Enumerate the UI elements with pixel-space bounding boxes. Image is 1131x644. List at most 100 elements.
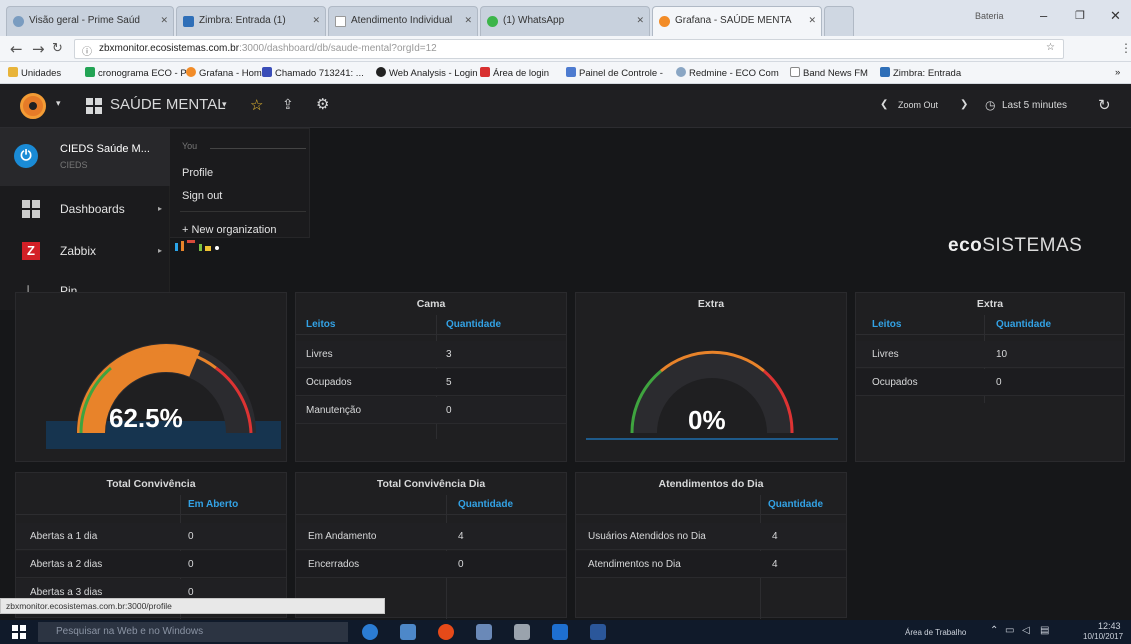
panel-title: Atendimentos do Dia (658, 478, 764, 490)
column-header[interactable]: Leitos (872, 319, 901, 330)
back-button[interactable]: ← (10, 40, 23, 58)
forward-button[interactable]: → (32, 40, 45, 58)
bookmark-unidades[interactable]: Unidades (8, 67, 61, 79)
bookmark-chamado[interactable]: Chamado 713241: ... (262, 67, 364, 79)
chevron-down-icon[interactable]: ▾ (56, 98, 61, 109)
ecosistemas-logo: ecoSISTEMAS (948, 235, 1083, 256)
reload-button[interactable]: ↻ (52, 41, 63, 56)
table-header: Quantidade (576, 495, 846, 515)
panel-extra-gauge: Extra 0% (575, 292, 847, 462)
close-window-button[interactable]: ✕ (1110, 8, 1121, 24)
desktop-toolbar-label[interactable]: Área de Trabalho (905, 628, 966, 637)
volume-icon[interactable]: ◁ (1022, 625, 1030, 636)
bookmark-area-login[interactable]: Área de login (480, 67, 549, 79)
edge-icon[interactable] (362, 624, 378, 640)
column-header[interactable]: Quantidade (458, 499, 513, 510)
close-icon[interactable]: ✕ (636, 15, 644, 26)
dashboards-icon (22, 200, 40, 218)
column-header[interactable]: Em Aberto (188, 499, 238, 510)
remote-desktop-icon[interactable] (552, 624, 568, 640)
clock-date[interactable]: 10/10/2017 (1083, 632, 1123, 641)
browser-tab-zimbra[interactable]: Zimbra: Entrada (1) ✕ (176, 6, 326, 36)
grafana-sidemenu: ⏻ CIEDS Saúde M... CIEDS Dashboards ▸ Z … (0, 128, 170, 310)
word-icon[interactable] (590, 624, 606, 640)
org-sub: CIEDS (60, 160, 88, 170)
bookmark-cronograma[interactable]: cronograma ECO - P (85, 67, 187, 79)
whatsapp-icon (487, 16, 498, 27)
dashboard-title[interactable]: SAÚDE MENTAL (110, 96, 226, 113)
clock-time[interactable]: 12:43 (1098, 621, 1121, 631)
star-icon[interactable]: ☆ (250, 96, 263, 114)
tray-chevron-up-icon[interactable]: ⌃ (990, 625, 998, 636)
share-icon[interactable]: ⇪ (282, 96, 294, 113)
browser-tab-atendimento[interactable]: Atendimento Individual ✕ (328, 6, 478, 36)
partial-logo-graphic (175, 240, 245, 252)
column-header[interactable]: Quantidade (446, 319, 501, 330)
bookmark-grafana-home[interactable]: Grafana - Home (186, 67, 267, 79)
close-icon[interactable]: ✕ (808, 15, 816, 26)
network-icon[interactable]: ▭ (1005, 625, 1014, 636)
windows-start-icon[interactable] (12, 625, 26, 639)
file-explorer-icon[interactable] (400, 624, 416, 640)
browser-tab-whatsapp[interactable]: (1) WhatsApp ✕ (480, 6, 650, 36)
table-row: Livres 10 (856, 341, 1124, 368)
org-profile[interactable]: ⏻ CIEDS Saúde M... CIEDS (0, 128, 170, 186)
panel-title: Total Convivência (106, 478, 196, 490)
browser-tab-visao-geral[interactable]: Visão geral - Prime Saúd ✕ (6, 6, 174, 36)
sidebar-item-dashboards[interactable]: Dashboards ▸ (0, 190, 170, 228)
bookmark-zimbra[interactable]: Zimbra: Entrada (880, 67, 961, 79)
bookmark-painel[interactable]: Painel de Controle - (566, 67, 663, 79)
page-icon (790, 67, 800, 77)
ticket-icon (262, 67, 272, 77)
folder-icon (8, 67, 18, 77)
sidebar-item-zabbix[interactable]: Z Zabbix ▸ (0, 232, 170, 270)
close-icon[interactable]: ✕ (312, 15, 320, 26)
column-header[interactable]: Quantidade (768, 499, 823, 510)
profile-link[interactable]: Profile (182, 167, 213, 179)
chevron-right-icon[interactable]: ❯ (960, 99, 968, 110)
more-bookmarks-icon[interactable]: » (1115, 67, 1120, 78)
gauge-value: 0% (688, 405, 726, 435)
grafana-icon (186, 67, 196, 77)
panel-icon (566, 67, 576, 77)
notification-icon[interactable]: ▤ (1040, 625, 1049, 636)
table-row: Manutenção 0 (296, 397, 566, 424)
minimize-button[interactable]: – (1040, 8, 1047, 23)
gear-icon[interactable]: ⚙ (316, 95, 329, 113)
taskbar-search-input[interactable]: Pesquisar na Web e no Windows (38, 622, 348, 642)
windows-taskbar: Pesquisar na Web e no Windows Área de Tr… (0, 620, 1131, 644)
close-icon[interactable]: ✕ (464, 15, 472, 26)
table-row: Em Andamento 4 (296, 523, 566, 550)
table-row: Abertas a 1 dia 0 (16, 523, 286, 550)
grafana-logo[interactable] (20, 93, 46, 119)
star-bookmark-icon[interactable]: ☆ (1046, 42, 1055, 53)
browser-tab-grafana[interactable]: Grafana - SAÚDE MENTA ✕ (652, 6, 822, 36)
chrome-icon[interactable] (438, 624, 454, 640)
tools-icon[interactable] (514, 624, 530, 640)
bookmark-band-news[interactable]: Band News FM (790, 67, 868, 79)
zoom-out-button[interactable]: Zoom Out (898, 100, 938, 110)
url-input[interactable]: ⓘ zbxmonitor.ecosistemas.com.br:3000/das… (74, 39, 1064, 59)
new-tab-button[interactable] (824, 6, 854, 36)
chevron-right-icon: ▸ (158, 246, 163, 255)
column-header[interactable]: Leitos (306, 319, 335, 330)
close-icon[interactable]: ✕ (160, 15, 168, 26)
maximize-button[interactable]: ❐ (1075, 9, 1085, 22)
panel-gauge-occupancy: 62.5% (15, 292, 287, 462)
app-icon[interactable] (476, 624, 492, 640)
sign-out-link[interactable]: Sign out (182, 190, 222, 202)
globe-icon (376, 67, 386, 77)
chevron-left-icon[interactable]: ❮ (880, 99, 888, 110)
zimbra-icon (183, 16, 194, 27)
panel-total-convivencia-dia: Total Convivência Dia Quantidade Em Anda… (295, 472, 567, 619)
refresh-icon[interactable]: ↻ (1098, 96, 1111, 114)
panel-title: Total Convivência Dia (376, 478, 486, 490)
chevron-down-icon[interactable]: ▾ (222, 99, 227, 110)
new-organization-link[interactable]: + New organization (182, 224, 276, 236)
bookmark-web-analysis[interactable]: Web Analysis - Login (376, 67, 478, 79)
bookmark-redmine[interactable]: Redmine - ECO Com (676, 67, 779, 79)
profile-label: Bateria (975, 11, 1004, 21)
column-header[interactable]: Quantidade (996, 319, 1051, 330)
time-range-picker[interactable]: Last 5 minutes (1002, 100, 1067, 111)
menu-icon[interactable]: ⋮ (1120, 41, 1131, 55)
